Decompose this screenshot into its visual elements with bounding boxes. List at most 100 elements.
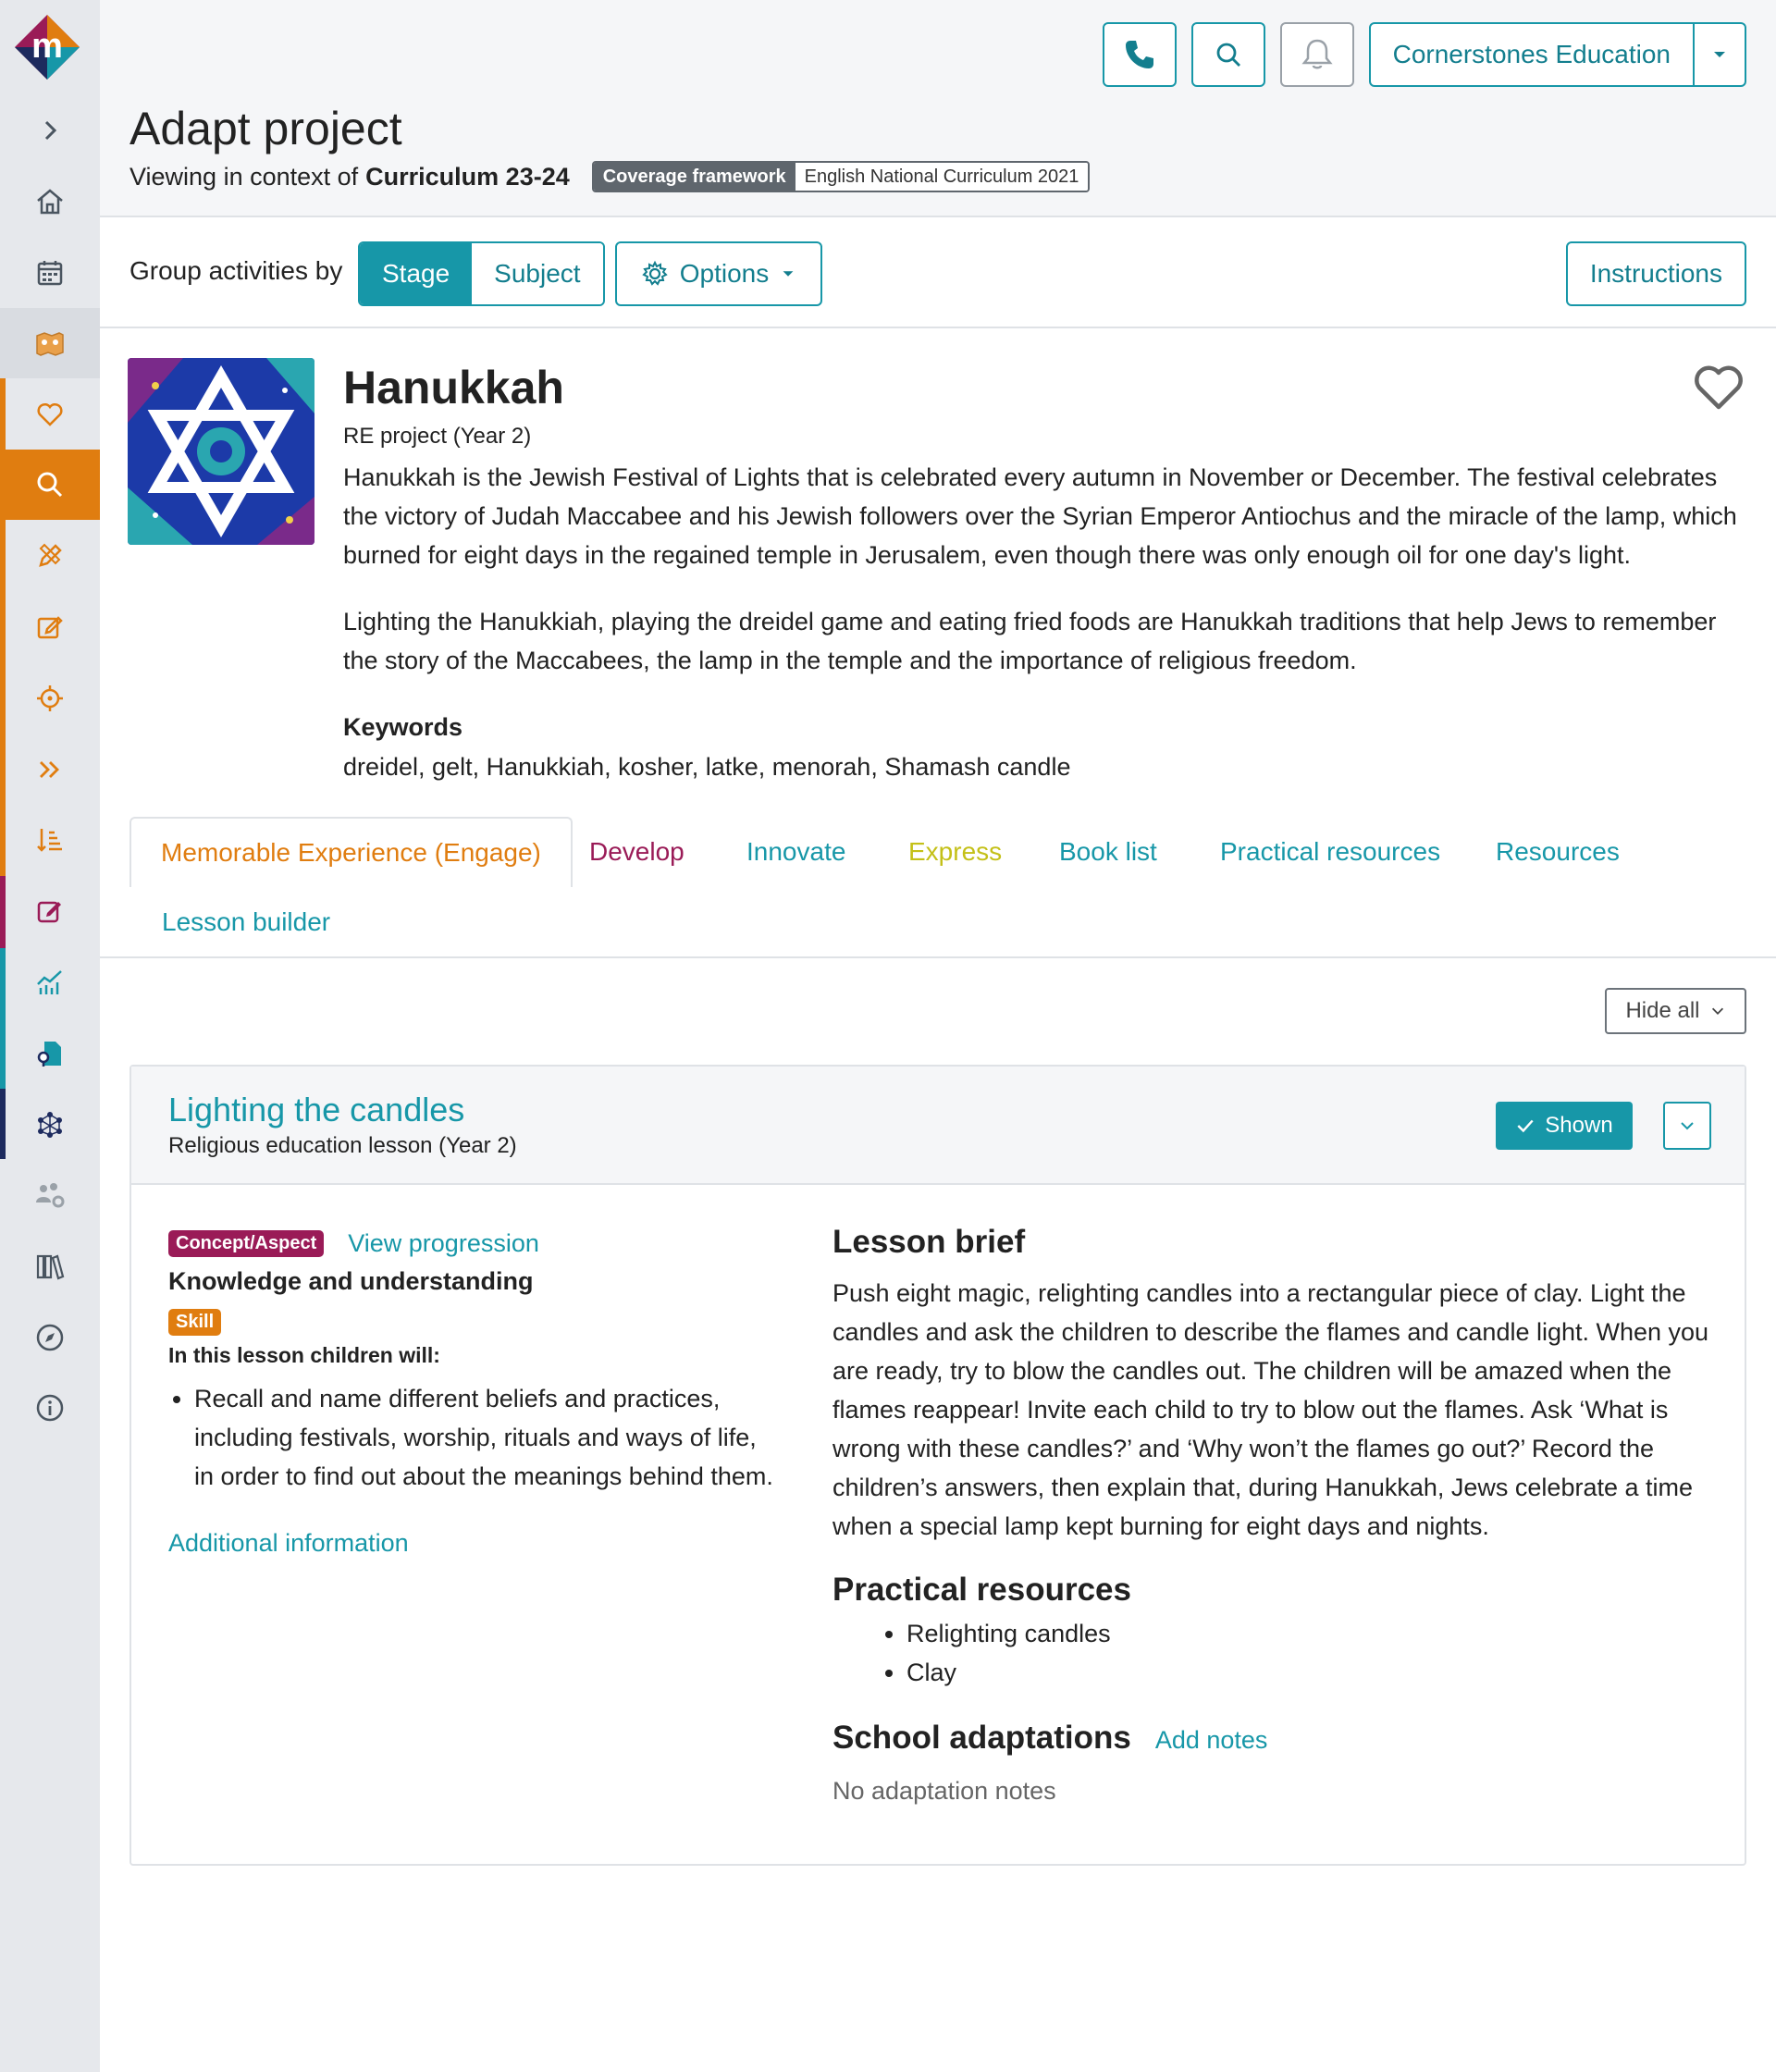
favourite-heart-icon[interactable] bbox=[1691, 359, 1746, 414]
coverage-label: Coverage framework bbox=[593, 163, 796, 191]
tab-resources[interactable]: Resources bbox=[1496, 817, 1620, 887]
school-name[interactable]: Cornerstones Education bbox=[1371, 24, 1695, 85]
concept-badge: Concept/Aspect bbox=[168, 1230, 325, 1257]
caret-down-icon bbox=[783, 271, 794, 277]
objectives-list: Recall and name different beliefs and pr… bbox=[168, 1379, 779, 1496]
concept-value: Knowledge and understanding bbox=[168, 1267, 534, 1295]
sidebar-item-users[interactable] bbox=[0, 1160, 100, 1230]
sidebar-item-documents[interactable] bbox=[0, 1018, 100, 1089]
lesson-brief-heading: Lesson brief bbox=[832, 1224, 1026, 1260]
sidebar-item-home[interactable] bbox=[0, 166, 100, 237]
project-description-2: Lighting the Hanukkiah, playing the drei… bbox=[343, 608, 1717, 674]
school-switcher[interactable]: Cornerstones Education bbox=[1368, 22, 1746, 87]
sidebar-item-sort[interactable] bbox=[0, 805, 100, 875]
sidebar-item-info[interactable] bbox=[0, 1373, 100, 1443]
shown-label: Shown bbox=[1545, 1113, 1613, 1138]
sidebar-item-explore[interactable] bbox=[0, 1302, 100, 1373]
target-icon bbox=[37, 685, 63, 711]
sort-list-icon bbox=[37, 829, 62, 852]
objective-item: Recall and name different beliefs and pr… bbox=[194, 1379, 779, 1496]
lesson-card: Lighting the candles Religious education… bbox=[130, 1065, 1746, 1866]
caret-down-icon bbox=[1714, 52, 1725, 57]
project-image bbox=[128, 358, 314, 545]
group-toggle: Stage Subject bbox=[358, 241, 605, 306]
project-map-icon bbox=[36, 332, 64, 356]
chevron-down-icon bbox=[1681, 1122, 1694, 1130]
sidebar-item-progress[interactable] bbox=[0, 734, 100, 805]
tab-book-list[interactable]: Book list bbox=[1059, 817, 1157, 887]
double-chevron-icon bbox=[40, 761, 59, 778]
keywords-heading: Keywords bbox=[343, 713, 463, 741]
sidebar-item-design[interactable] bbox=[0, 521, 100, 591]
phone-button[interactable] bbox=[1102, 22, 1177, 87]
home-icon bbox=[37, 189, 63, 215]
tab-practical-resources[interactable]: Practical resources bbox=[1220, 817, 1440, 887]
keywords-list: dreidel, gelt, Hanukkiah, kosher, latke,… bbox=[343, 753, 1071, 781]
hide-all-button[interactable]: Hide all bbox=[1605, 988, 1746, 1034]
add-notes-link[interactable]: Add notes bbox=[1155, 1726, 1268, 1755]
svg-text:m: m bbox=[31, 27, 63, 66]
coverage-value: English National Curriculum 2021 bbox=[795, 163, 1089, 191]
objectives-heading: In this lesson children will: bbox=[168, 1343, 440, 1367]
sidebar-item-library[interactable] bbox=[0, 1231, 100, 1301]
search-button[interactable] bbox=[1190, 22, 1265, 87]
context-prefix: Viewing in context of bbox=[130, 162, 359, 191]
sidebar: m bbox=[0, 0, 100, 2072]
chevron-right-icon bbox=[44, 120, 57, 141]
calendar-icon bbox=[37, 261, 63, 286]
lesson-card-header: Lighting the candles Religious education… bbox=[131, 1067, 1745, 1185]
group-subject-button[interactable]: Subject bbox=[472, 243, 603, 304]
sidebar-item-favourites[interactable] bbox=[0, 379, 100, 450]
lesson-expand-button[interactable] bbox=[1663, 1102, 1711, 1150]
project-description-1: Hanukkah is the Jewish Festival of Light… bbox=[343, 463, 1737, 569]
context-curriculum: Curriculum 23-24 bbox=[365, 162, 570, 191]
main-content: Cornerstones Education Adapt project Vie… bbox=[100, 0, 1776, 2072]
tab-innovate[interactable]: Innovate bbox=[746, 817, 845, 887]
page-header: Cornerstones Education Adapt project Vie… bbox=[100, 0, 1776, 217]
tab-lesson-builder[interactable]: Lesson builder bbox=[162, 887, 330, 957]
top-actions: Cornerstones Education bbox=[1102, 22, 1746, 87]
practical-resources-heading: Practical resources bbox=[832, 1572, 1131, 1608]
additional-information-link[interactable]: Additional information bbox=[168, 1529, 779, 1558]
lesson-brief-column: Lesson brief Push eight magic, relightin… bbox=[832, 1224, 1720, 1806]
notifications-button[interactable] bbox=[1279, 22, 1354, 87]
sidebar-item-search[interactable] bbox=[0, 450, 100, 520]
group-activities-bar: Group activities by Stage Subject Option… bbox=[100, 217, 1776, 328]
pencil-ruler-icon bbox=[39, 543, 62, 567]
sidebar-item-projects[interactable] bbox=[0, 308, 100, 378]
sidebar-expand[interactable] bbox=[0, 95, 100, 166]
app-logo[interactable]: m bbox=[13, 13, 81, 81]
view-progression-link[interactable]: View progression bbox=[348, 1229, 539, 1258]
heart-icon bbox=[37, 402, 63, 426]
tab-develop[interactable]: Develop bbox=[589, 817, 684, 887]
project-subtitle: RE project (Year 2) bbox=[343, 424, 532, 449]
stage-tabs: Memorable Experience (Engage) Develop In… bbox=[100, 817, 1776, 958]
school-dropdown-toggle[interactable] bbox=[1695, 24, 1745, 85]
lesson-title[interactable]: Lighting the candles bbox=[168, 1091, 464, 1129]
assess-edit-icon bbox=[37, 901, 61, 923]
sidebar-item-network[interactable] bbox=[0, 1089, 100, 1159]
sidebar-item-edit[interactable] bbox=[0, 592, 100, 662]
shown-toggle-button[interactable]: Shown bbox=[1496, 1102, 1633, 1150]
practical-resource-item: Relighting candles bbox=[906, 1614, 1720, 1653]
school-adaptations-row: School adaptations Add notes bbox=[832, 1720, 1720, 1757]
tab-express[interactable]: Express bbox=[908, 817, 1002, 887]
lesson-details: Concept/Aspect View progression Knowledg… bbox=[168, 1229, 779, 1558]
chevron-down-icon bbox=[1711, 1007, 1723, 1015]
file-search-icon bbox=[37, 1042, 61, 1067]
group-stage-button[interactable]: Stage bbox=[360, 243, 473, 304]
no-adaptation-notes: No adaptation notes bbox=[832, 1777, 1056, 1805]
gear-icon bbox=[642, 260, 668, 286]
sidebar-item-calendar[interactable] bbox=[0, 238, 100, 308]
options-button[interactable]: Options bbox=[615, 241, 822, 306]
instructions-button[interactable]: Instructions bbox=[1565, 241, 1746, 306]
sidebar-item-analytics[interactable] bbox=[0, 947, 100, 1018]
options-label: Options bbox=[679, 259, 770, 288]
phone-icon bbox=[1125, 41, 1153, 68]
search-icon bbox=[1216, 43, 1240, 67]
tab-engage[interactable]: Memorable Experience (Engage) bbox=[130, 817, 573, 887]
school-adaptations-heading: School adaptations bbox=[832, 1720, 1131, 1756]
sidebar-item-target[interactable] bbox=[0, 663, 100, 734]
users-settings-icon bbox=[36, 1183, 65, 1208]
sidebar-item-assess[interactable] bbox=[0, 876, 100, 946]
